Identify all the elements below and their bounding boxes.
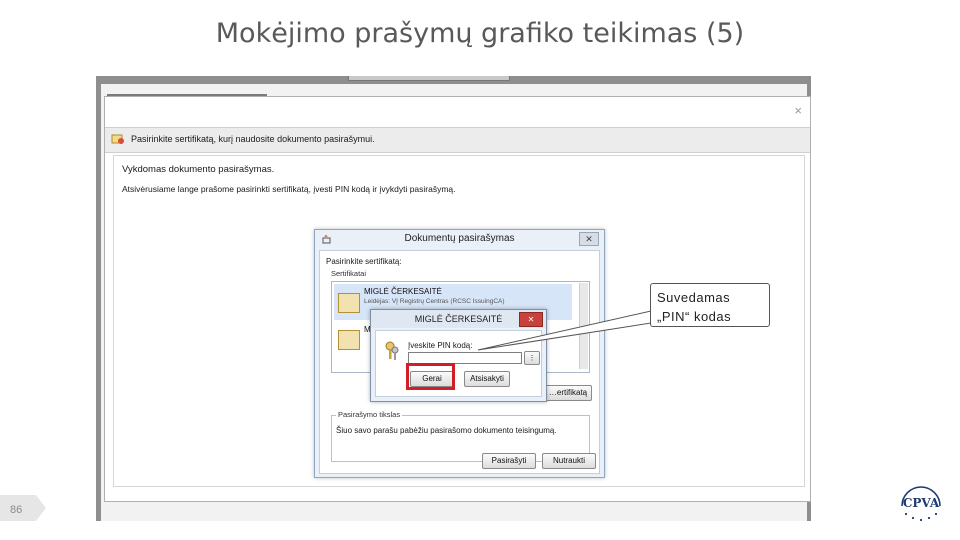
close-button[interactable]: ✕: [519, 312, 543, 327]
certificate-name: MIGLĖ ČERKESAITĖ: [364, 287, 442, 296]
reason-text: Šiuo savo parašu pabėžiu pasirašomo doku…: [336, 426, 557, 435]
pin-callout: Suvedamas „PIN“ kodas: [650, 283, 770, 327]
close-icon[interactable]: ×: [794, 103, 802, 118]
pin-label: Įveskite PIN kodą:: [408, 341, 473, 350]
dialog-header-text: Pasirinkite sertifikatą, kurį naudosite …: [131, 134, 375, 144]
cancel-button[interactable]: Nutraukti: [542, 453, 596, 469]
signing-heading: Vykdomas dokumento pasirašymas.: [122, 164, 275, 175]
cert-group-label: Sertifikatai: [331, 269, 367, 278]
certificate-icon: [338, 293, 360, 313]
choose-cert-label: Pasirinkite sertifikatą:: [326, 257, 402, 266]
pin-entry-dialog: MIGLĖ ČERKESAITĖ ✕ Įveskite PIN kodą: ⋮ …: [370, 309, 547, 402]
slide-title: Mokėjimo prašymų grafiko teikimas (5): [215, 18, 745, 49]
keys-icon: [385, 341, 399, 360]
cancel-button[interactable]: Atsisakyti: [464, 371, 510, 387]
virtual-keyboard-button[interactable]: ⋮: [524, 351, 540, 365]
close-button[interactable]: ✕: [579, 232, 599, 246]
page-number-tab: [0, 495, 46, 521]
signing-instructions: Atsivėrusiame lange prašome pasirinkti s…: [122, 184, 456, 194]
page-number: 86: [10, 504, 23, 516]
pin-content: Įveskite PIN kodą: ⋮ Gerai Atsisakyti: [375, 330, 542, 397]
pin-titlebar: MIGLĖ ČERKESAITĖ ✕: [371, 310, 546, 328]
callout-line-1: Suvedamas: [657, 290, 731, 305]
sign-button[interactable]: Pasirašyti: [482, 453, 536, 469]
browser-tab-edge: [348, 76, 510, 81]
ok-button-highlight: [406, 363, 455, 390]
certificate-issuer: Leidėjas: VĮ Registrų Centras (RCSC Issu…: [364, 298, 505, 305]
svg-text:CPVA: CPVA: [903, 496, 940, 510]
dialog-titlebar: Dokumentų pasirašymas ✕: [315, 230, 604, 248]
callout-line-2: „PIN“ kodas: [657, 309, 732, 324]
scrollbar[interactable]: [579, 283, 588, 369]
certificate-icon: [338, 330, 360, 350]
view-certificate-button[interactable]: …ertifikatą: [544, 385, 592, 401]
certificate-key-icon: [111, 134, 124, 144]
cpva-logo-icon: CPVA: [901, 486, 941, 522]
reason-label: Pasirašymo tikslas: [336, 410, 403, 419]
dialog-header-strip: Pasirinkite sertifikatą, kurį naudosite …: [105, 127, 810, 153]
dialog-title: Dokumentų pasirašymas: [404, 233, 515, 244]
